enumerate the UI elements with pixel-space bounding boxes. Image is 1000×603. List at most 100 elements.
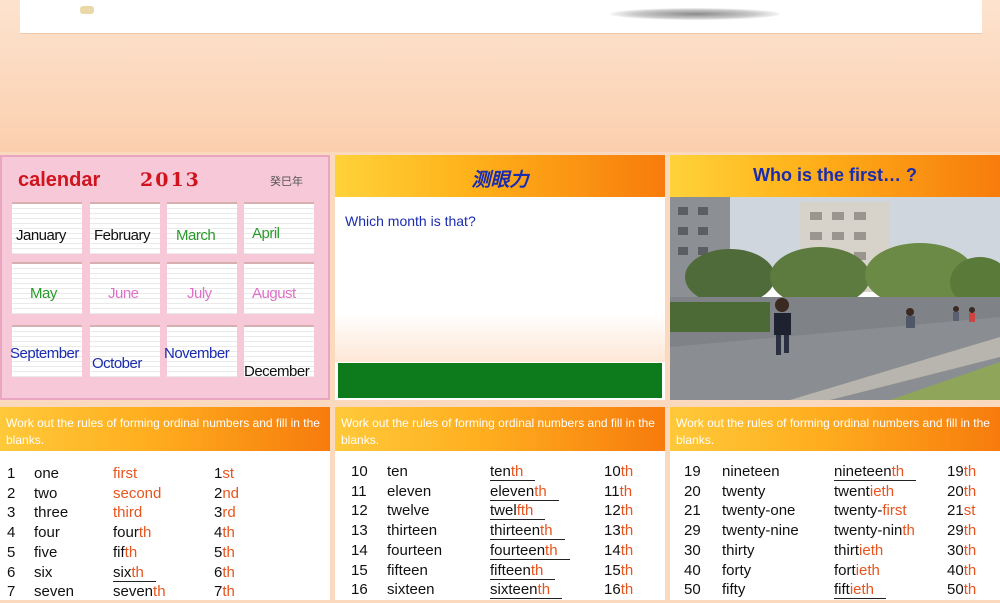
ordinal-abbreviation: 21st [947, 502, 976, 520]
decorative-mark [80, 6, 94, 14]
table-row: 13 thirteen thirteenth 13th [335, 522, 665, 542]
ordinal-word[interactable]: second [113, 485, 161, 502]
cardinal-word: sixteen [387, 581, 435, 599]
cardinal-number: 3 [7, 504, 16, 522]
ordinal-word[interactable]: first [113, 465, 137, 482]
ordinal-word[interactable]: fifteenth [490, 562, 556, 580]
ordinal-abbreviation: 7th [214, 583, 235, 601]
ordinal-word[interactable]: fourteenth [490, 542, 570, 560]
cardinal-word: twenty [722, 482, 766, 500]
cardinal-word: twenty-nine [722, 522, 799, 540]
month-label[interactable]: July [187, 285, 212, 302]
slide-header: 测眼力 [335, 155, 665, 197]
month-label[interactable]: June [108, 285, 139, 302]
cardinal-number: 40 [684, 561, 701, 579]
ordinal-abbreviation: 30th [947, 541, 977, 559]
ordinal-abbreviation: 6th [214, 563, 235, 581]
month-label[interactable]: May [30, 285, 57, 302]
cardinal-word: fifty [722, 581, 746, 599]
table-row: 20 twenty twentieth 20th [670, 483, 1000, 503]
ordinal-word[interactable]: tenth [490, 463, 536, 481]
month-label[interactable]: April [252, 225, 280, 242]
cardinal-word: twenty-one [722, 502, 796, 520]
table-row: 21 twenty-one twenty-first 21st [670, 502, 1000, 522]
month-label[interactable]: October [92, 355, 142, 372]
cardinal-number: 30 [684, 541, 701, 559]
ordinal-word[interactable]: seventh [113, 583, 166, 600]
table-row: 14 fourteen fourteenth 14th [335, 542, 665, 562]
rules-text: Work out the rules of forming ordinal nu… [6, 416, 320, 447]
month-label[interactable]: March [176, 227, 216, 244]
ordinal-word[interactable]: twelfth [490, 502, 546, 521]
ordinal-word[interactable]: sixteenth [490, 581, 563, 600]
cardinal-word: thirteen [387, 522, 438, 540]
running-boys-photo [670, 197, 1000, 400]
calendar-year: 2013 [140, 169, 201, 191]
ordinal-word[interactable]: sixth [113, 564, 156, 582]
month-label[interactable]: February [94, 227, 151, 244]
month-label[interactable]: January [16, 227, 66, 244]
rules-text: Work out the rules of forming ordinal nu… [341, 416, 655, 447]
rules-header: Work out the rules of forming ordinal nu… [0, 407, 330, 451]
cardinal-number: 5 [7, 543, 16, 561]
ordinal-word[interactable]: fourth [113, 524, 151, 541]
cardinal-word: thirty [722, 541, 755, 559]
eye-test-slide[interactable]: 测眼力 Which month is that? [335, 155, 665, 400]
month-label[interactable]: November [164, 345, 230, 362]
ordinal-word[interactable]: thirteenth [490, 522, 565, 541]
ordinal-abbreviation: 15th [604, 561, 634, 579]
ordinal-abbreviation: 14th [604, 541, 634, 559]
month-label[interactable]: September [10, 345, 79, 362]
top-banner [0, 0, 1000, 152]
ordinal-word[interactable]: twenty-ninth [834, 522, 915, 539]
ordinal-word[interactable]: third [113, 504, 142, 521]
green-answer-bar [337, 362, 663, 399]
ordinal-table-3[interactable]: Work out the rules of forming ordinal nu… [670, 407, 1000, 600]
cardinal-number: 13 [351, 522, 368, 540]
ordinal-abbreviation: 10th [604, 463, 634, 480]
ordinal-table-2[interactable]: Work out the rules of forming ordinal nu… [335, 407, 665, 600]
month-label[interactable]: August [252, 285, 296, 302]
table-row: 12 twelve twelfth 12th [335, 502, 665, 522]
ordinal-abbreviation: 50th [947, 581, 977, 599]
ordinal-word[interactable]: nineteenth [834, 463, 917, 481]
table-row: 19 nineteen nineteenth 19th [670, 463, 1000, 483]
question-text: Which month is that? [345, 213, 476, 229]
cardinal-word: three [34, 504, 69, 522]
cardinal-word: fourteen [387, 541, 443, 559]
who-is-first-slide[interactable]: Who is the first… ? [670, 155, 1000, 400]
ordinal-abbreviation: 2nd [214, 484, 240, 502]
cardinal-number: 6 [7, 563, 16, 581]
ordinal-word[interactable]: fifth [113, 544, 137, 561]
ordinal-word[interactable]: twentieth [834, 483, 894, 500]
table-row: 3 three third 3rd [0, 504, 330, 524]
cardinal-number: 10 [351, 463, 368, 480]
ordinal-abbreviation: 12th [604, 502, 634, 520]
ordinal-word[interactable]: eleventh [490, 483, 559, 501]
table-row: 11 eleven eleventh 11th [335, 483, 665, 503]
ordinal-word[interactable]: thirtieth [834, 542, 883, 559]
cardinal-number: 11 [351, 482, 367, 500]
cardinal-number: 20 [684, 482, 701, 500]
cardinal-word: six [34, 563, 53, 581]
cardinal-word: eleven [387, 482, 432, 500]
rules-text: Work out the rules of forming ordinal nu… [676, 416, 990, 447]
month-label[interactable]: December [244, 363, 310, 380]
cardinal-word: ten [387, 463, 408, 480]
calendar-slide[interactable]: calendar 2013 癸巳年 January February March Ap… [0, 155, 330, 400]
table-row: 16 sixteen sixteenth 16th [335, 581, 665, 601]
top-slide-strip [20, 0, 982, 34]
rules-header: Work out the rules of forming ordinal nu… [670, 407, 1000, 451]
ordinal-word[interactable]: fiftieth [834, 581, 887, 600]
ordinal-word[interactable]: twenty-first [834, 502, 907, 519]
ordinal-word[interactable]: fortieth [834, 562, 880, 579]
table-row: 15 fifteen fifteenth 15th [335, 562, 665, 582]
table-row: 1 one first 1st [0, 465, 330, 485]
table-row: 4 four fourth 4th [0, 524, 330, 544]
ordinal-abbreviation: 13th [604, 522, 634, 540]
table-row: 50 fifty fiftieth 50th [670, 581, 1000, 601]
table-row: 7 seven seventh 7th [0, 583, 330, 603]
cardinal-number: 15 [351, 561, 368, 579]
ordinal-table-1[interactable]: Work out the rules of forming ordinal nu… [0, 407, 330, 600]
cardinal-word: one [34, 465, 60, 482]
